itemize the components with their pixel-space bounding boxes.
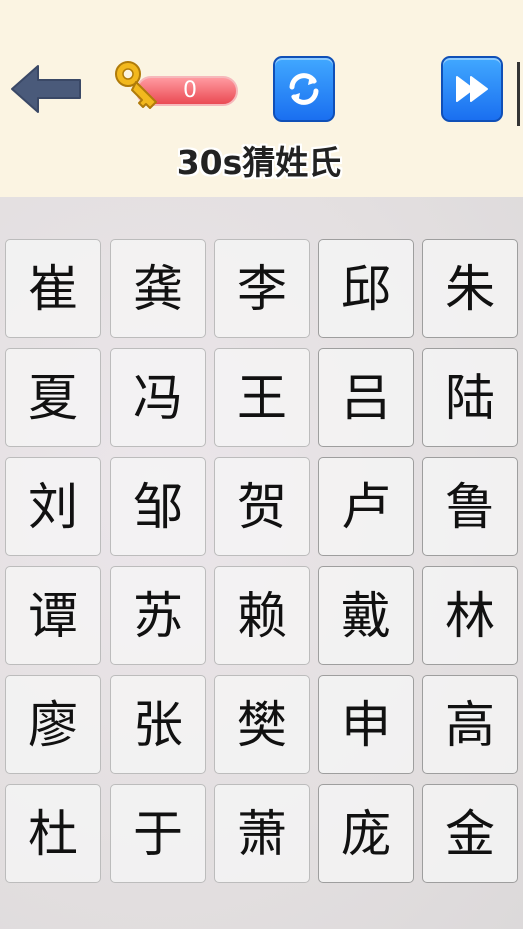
skip-button[interactable] bbox=[441, 56, 503, 122]
char-tile[interactable]: 赖 bbox=[214, 566, 310, 665]
char-label: 金 bbox=[445, 804, 495, 863]
char-tile[interactable]: 李 bbox=[214, 239, 310, 338]
char-label: 苏 bbox=[133, 586, 183, 645]
char-tile[interactable]: 崔 bbox=[5, 239, 101, 338]
char-tile[interactable]: 林 bbox=[422, 566, 518, 665]
key-counter: 0 bbox=[110, 58, 242, 120]
top-bar: 0 30s猜姓氏 bbox=[0, 0, 523, 197]
fast-forward-icon bbox=[456, 76, 488, 102]
character-board: 崔 龚 李 邱 朱 夏 冯 王 吕 陆 刘 邹 贺 卢 鲁 谭 苏 赖 戴 林 … bbox=[0, 197, 523, 929]
char-label: 申 bbox=[341, 695, 391, 754]
back-arrow-icon[interactable] bbox=[8, 58, 86, 120]
char-label: 邹 bbox=[133, 477, 183, 536]
char-label: 龚 bbox=[133, 259, 183, 318]
char-label: 卢 bbox=[341, 477, 391, 536]
char-label: 夏 bbox=[28, 368, 78, 427]
char-tile[interactable]: 于 bbox=[110, 784, 206, 883]
char-tile[interactable]: 刘 bbox=[5, 457, 101, 556]
char-tile[interactable]: 鲁 bbox=[422, 457, 518, 556]
char-label: 朱 bbox=[445, 259, 495, 318]
char-tile[interactable]: 邹 bbox=[110, 457, 206, 556]
char-tile[interactable]: 王 bbox=[214, 348, 310, 447]
char-tile[interactable]: 贺 bbox=[214, 457, 310, 556]
char-tile[interactable]: 廖 bbox=[5, 675, 101, 774]
char-label: 张 bbox=[133, 695, 183, 754]
char-tile[interactable]: 戴 bbox=[318, 566, 414, 665]
char-label: 庞 bbox=[341, 804, 391, 863]
refresh-button[interactable] bbox=[273, 56, 335, 122]
char-label: 萧 bbox=[237, 804, 287, 863]
char-label: 邱 bbox=[341, 259, 391, 318]
char-tile[interactable]: 萧 bbox=[214, 784, 310, 883]
char-label: 鲁 bbox=[445, 477, 495, 536]
char-tile[interactable]: 庞 bbox=[318, 784, 414, 883]
char-tile[interactable]: 苏 bbox=[110, 566, 206, 665]
char-label: 吕 bbox=[341, 368, 391, 427]
game-title: 30s猜姓氏 bbox=[176, 143, 342, 182]
char-tile[interactable]: 冯 bbox=[110, 348, 206, 447]
char-tile[interactable]: 卢 bbox=[318, 457, 414, 556]
edge-divider bbox=[517, 62, 520, 126]
char-label: 冯 bbox=[133, 368, 183, 427]
char-label: 于 bbox=[133, 804, 183, 863]
char-tile[interactable]: 龚 bbox=[110, 239, 206, 338]
char-label: 李 bbox=[237, 259, 287, 318]
char-tile[interactable]: 谭 bbox=[5, 566, 101, 665]
key-icon bbox=[115, 61, 157, 109]
char-label: 王 bbox=[237, 368, 287, 427]
char-tile[interactable]: 吕 bbox=[318, 348, 414, 447]
char-label: 高 bbox=[445, 695, 495, 754]
char-tile[interactable]: 陆 bbox=[422, 348, 518, 447]
char-tile[interactable]: 金 bbox=[422, 784, 518, 883]
char-tile[interactable]: 杜 bbox=[5, 784, 101, 883]
char-label: 陆 bbox=[445, 368, 495, 427]
char-tile[interactable]: 申 bbox=[318, 675, 414, 774]
char-label: 廖 bbox=[28, 695, 78, 754]
char-tile[interactable]: 张 bbox=[110, 675, 206, 774]
char-label: 赖 bbox=[237, 586, 287, 645]
char-label: 樊 bbox=[237, 695, 287, 754]
char-tile[interactable]: 高 bbox=[422, 675, 518, 774]
char-label: 林 bbox=[445, 586, 495, 645]
refresh-icon bbox=[289, 73, 319, 105]
char-tile[interactable]: 樊 bbox=[214, 675, 310, 774]
char-tile[interactable]: 邱 bbox=[318, 239, 414, 338]
char-label: 贺 bbox=[237, 477, 287, 536]
char-tile[interactable]: 朱 bbox=[422, 239, 518, 338]
char-label: 戴 bbox=[341, 586, 391, 645]
char-label: 刘 bbox=[28, 477, 78, 536]
char-tile[interactable]: 夏 bbox=[5, 348, 101, 447]
char-label: 杜 bbox=[28, 804, 78, 863]
char-label: 谭 bbox=[28, 586, 78, 645]
char-label: 崔 bbox=[28, 259, 78, 318]
key-count-value: 0 bbox=[183, 78, 197, 103]
